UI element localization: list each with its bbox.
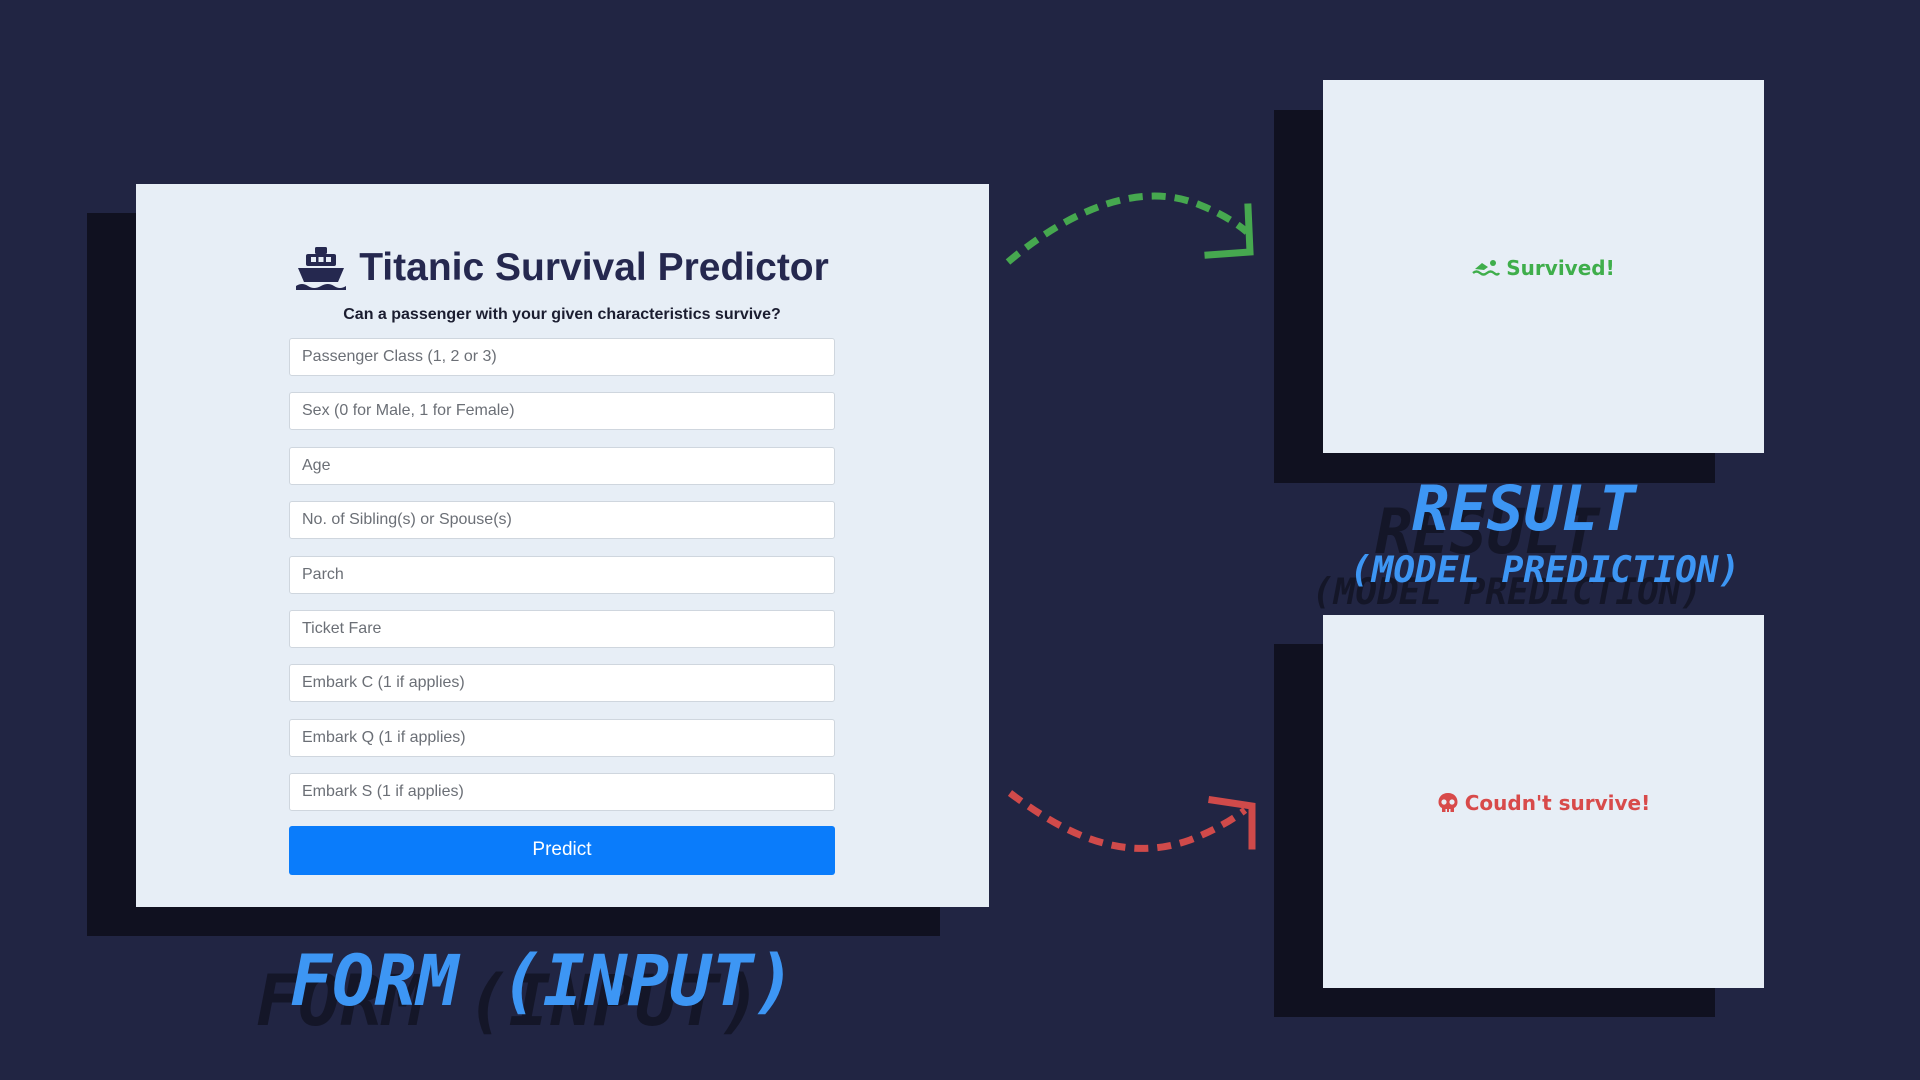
green-arrow — [1005, 192, 1254, 265]
red-arrow — [1007, 790, 1256, 852]
prediction-label: (MODEL PREDICTION) — [1350, 550, 1741, 591]
result-label: RESULT — [1412, 472, 1636, 545]
form-label: FORM (INPUT) — [290, 940, 796, 1022]
